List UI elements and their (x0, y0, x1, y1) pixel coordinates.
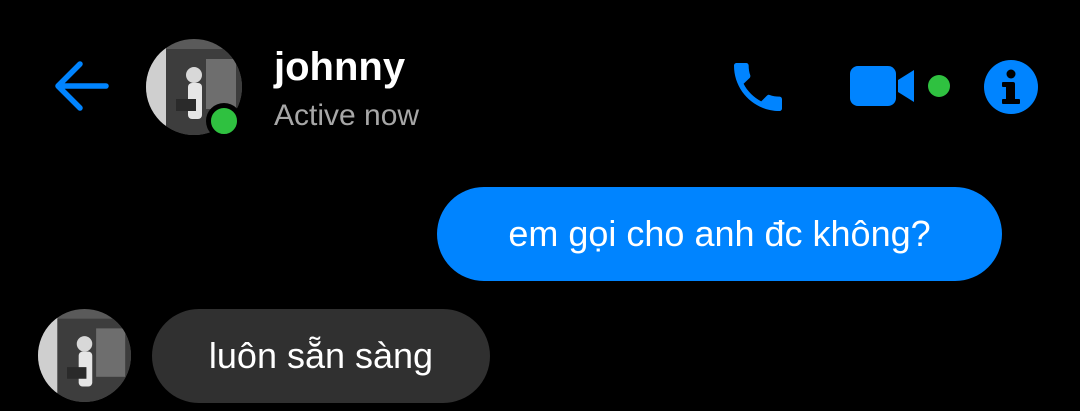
video-call-button[interactable] (846, 58, 956, 114)
conversation-info-button[interactable] (982, 58, 1040, 116)
back-button[interactable] (52, 58, 112, 114)
contact-name[interactable]: johnny (274, 42, 405, 92)
voice-call-button[interactable] (724, 55, 792, 119)
phone-icon (734, 63, 782, 111)
online-status-dot (206, 103, 242, 139)
avatar-photo (38, 309, 131, 402)
arrow-left-icon (55, 61, 109, 111)
received-message-bubble[interactable]: luôn sẵn sàng (152, 309, 490, 403)
sent-message-bubble[interactable]: em gọi cho anh đc không? (437, 187, 1002, 281)
contact-status: Active now (274, 99, 420, 132)
info-icon (984, 60, 1038, 114)
sender-avatar[interactable] (38, 309, 131, 402)
video-camera-icon (850, 66, 950, 106)
